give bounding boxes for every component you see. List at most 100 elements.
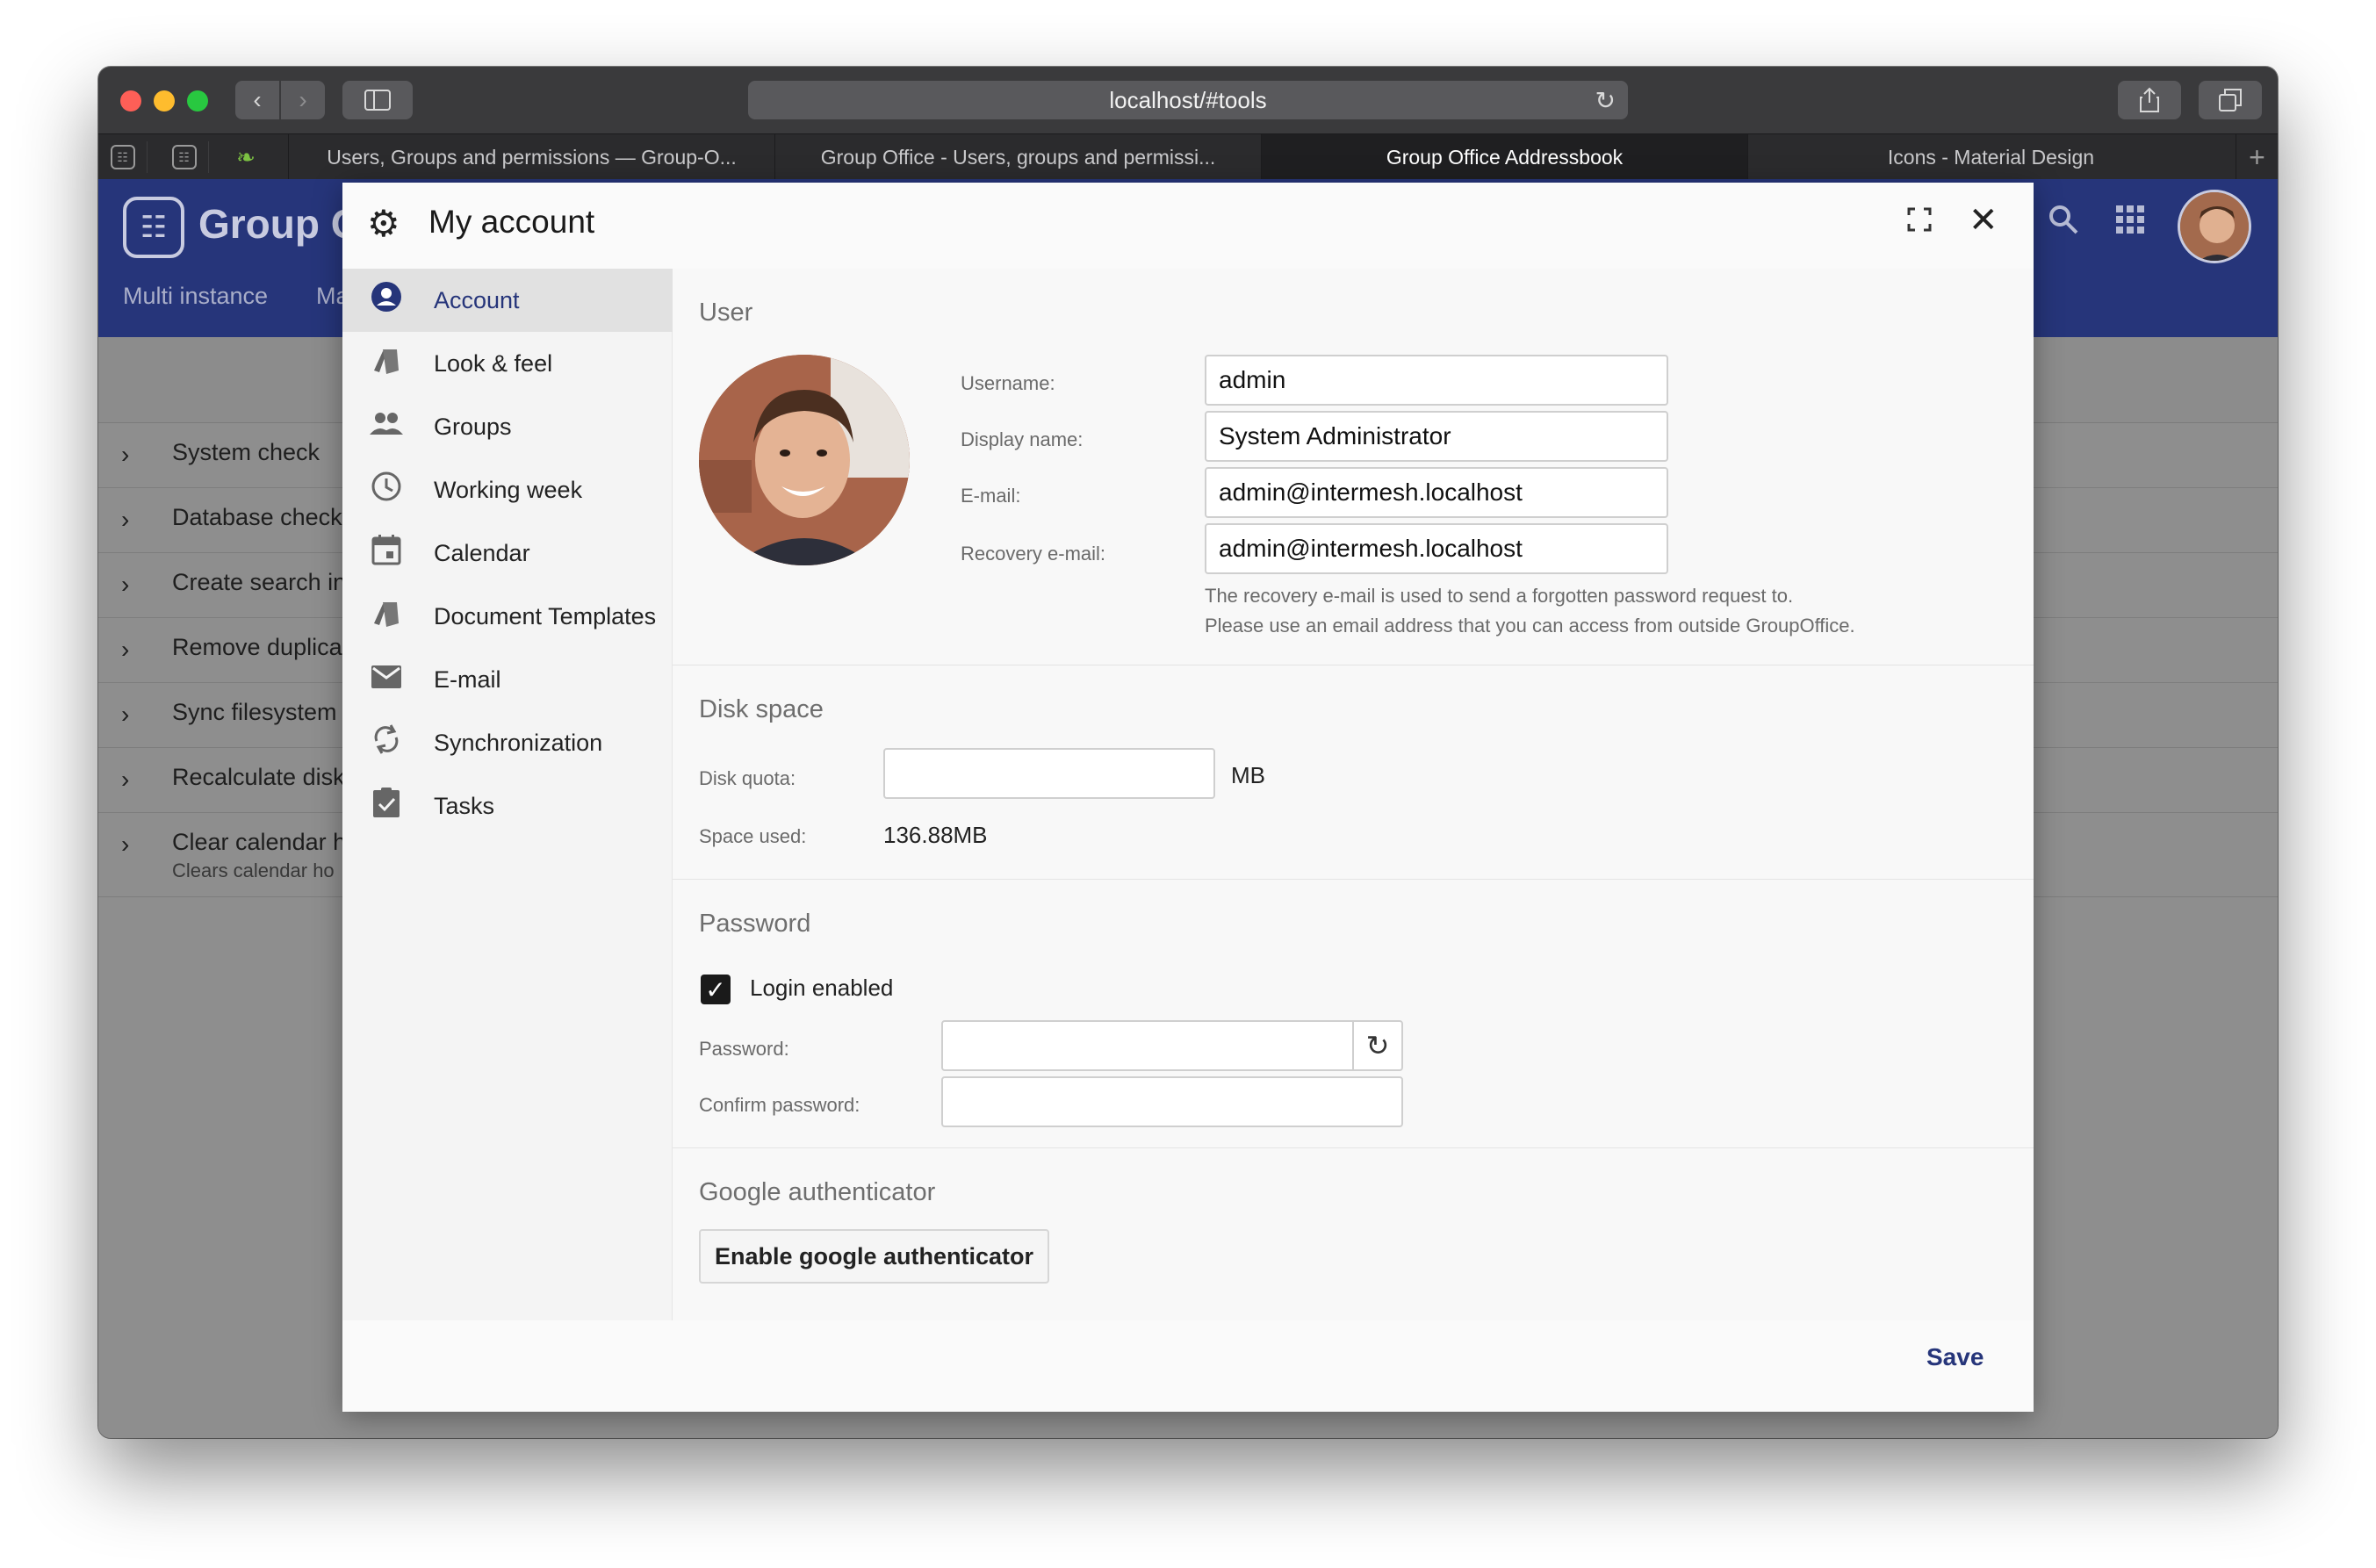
sidebar-item-tasks[interactable]: Tasks	[342, 774, 673, 838]
recovery-email-label: Recovery e-mail:	[961, 543, 1106, 565]
tab-label: Icons - Material Design	[1887, 145, 2095, 169]
section-title: User	[699, 298, 753, 327]
space-used-value: 136.88MB	[883, 822, 988, 848]
clock-icon	[369, 471, 404, 510]
chevron-right-icon: ›	[121, 701, 130, 728]
app-name: Group O	[198, 201, 363, 247]
leaf-icon: ❧	[236, 143, 256, 170]
sidebar-item-account[interactable]: Account	[342, 269, 673, 332]
sidebar-item-label: Groups	[434, 413, 512, 440]
forward-button[interactable]: ›	[281, 81, 325, 119]
username-field[interactable]: admin	[1205, 355, 1668, 406]
profile-avatar[interactable]	[699, 355, 910, 565]
tool-label: Recalculate disk	[172, 764, 345, 790]
disk-quota-field[interactable]	[883, 748, 1215, 799]
style-icon	[369, 597, 404, 637]
pinned-tab[interactable]: ☷	[160, 141, 209, 173]
sidebar-icon	[364, 90, 391, 111]
confirm-password-field[interactable]	[941, 1076, 1403, 1127]
app-tab-multi-instance[interactable]: Multi instance	[123, 283, 268, 310]
url-text: localhost/#tools	[1109, 86, 1267, 113]
enable-google-authenticator-button[interactable]: Enable google authenticator	[699, 1229, 1050, 1284]
zoom-window-button[interactable]	[187, 90, 208, 111]
sidebar-item-synchronization[interactable]: Synchronization	[342, 711, 673, 774]
sidebar-item-document-templates[interactable]: Document Templates	[342, 585, 673, 648]
login-enabled-label: Login enabled	[750, 975, 894, 1001]
save-button[interactable]: Save	[1926, 1343, 1984, 1371]
browser-tab[interactable]: Group Office - Users, groups and permiss…	[774, 134, 1261, 180]
maximize-icon[interactable]	[1907, 205, 1932, 240]
close-window-button[interactable]	[120, 90, 141, 111]
apps-grid-icon[interactable]	[2114, 204, 2146, 244]
chevron-right-icon: ›	[121, 506, 130, 533]
tool-label: Clear calendar h	[172, 829, 347, 855]
space-used-label: Space used:	[699, 825, 807, 847]
password-field[interactable]: ↻	[941, 1020, 1403, 1071]
login-enabled-checkbox[interactable]: ✓	[701, 975, 731, 1004]
email-field[interactable]: admin@intermesh.localhost	[1205, 467, 1668, 518]
sidebar-item-label: Tasks	[434, 792, 495, 819]
sidebar-toggle-button[interactable]	[342, 81, 413, 119]
sidebar-item-look-feel[interactable]: Look & feel	[342, 332, 673, 395]
plus-icon: +	[2249, 140, 2265, 173]
show-tabs-button[interactable]	[2199, 81, 2262, 119]
chevron-right-icon: ›	[299, 86, 307, 113]
user-section: User Username: admin Display name: Syste…	[673, 269, 2034, 665]
browser-tab[interactable]: Users, Groups and permissions — Group-O.…	[288, 134, 774, 180]
tool-label: Remove duplica	[172, 634, 342, 660]
sidebar-item-label: Account	[434, 286, 520, 313]
pinned-tab[interactable]: ☷	[98, 141, 148, 173]
disk-space-section: Disk space Disk quota: MB Space used: 13…	[673, 665, 2034, 880]
task-icon	[369, 787, 404, 826]
gear-icon: ⚙	[367, 203, 400, 244]
sidebar-item-label: Look & feel	[434, 349, 553, 377]
tabs-overview-icon	[2219, 89, 2242, 111]
sidebar-item-label: E-mail	[434, 665, 501, 693]
chevron-right-icon: ›	[121, 441, 130, 468]
new-tab-button[interactable]: +	[2236, 134, 2278, 180]
address-bar[interactable]: localhost/#tools ↻	[748, 81, 1628, 119]
refresh-icon: ↻	[1365, 1030, 1390, 1061]
back-button[interactable]: ‹	[235, 81, 279, 119]
tab-label: Group Office Addressbook	[1386, 145, 1624, 169]
recovery-email-field[interactable]: admin@intermesh.localhost	[1205, 523, 1668, 574]
sync-icon	[369, 723, 404, 763]
dialog-title: My account	[428, 204, 595, 240]
share-icon	[2140, 87, 2159, 112]
chevron-right-icon: ›	[121, 766, 130, 793]
sidebar-item-working-week[interactable]: Working week	[342, 458, 673, 521]
recovery-hint: Please use an email address that you can…	[1205, 615, 1855, 637]
password-label: Password:	[699, 1038, 789, 1060]
browser-tab-active[interactable]: Group Office Addressbook	[1261, 134, 1747, 180]
reload-icon[interactable]: ↻	[1595, 86, 1616, 115]
minimize-window-button[interactable]	[154, 90, 175, 111]
browser-tab[interactable]: Icons - Material Design	[1747, 134, 2234, 180]
app-logo[interactable]: ☷	[123, 197, 184, 258]
group-icon	[369, 410, 404, 444]
tool-label: Database check	[172, 504, 342, 530]
close-icon[interactable]: ✕	[1969, 200, 1998, 241]
dialog-titlebar: ⚙ My account ✕	[342, 183, 2034, 269]
account-circle-icon	[369, 281, 404, 320]
calendar-icon	[369, 534, 404, 573]
display-name-field[interactable]: System Administrator	[1205, 411, 1668, 462]
sidebar-item-label: Working week	[434, 476, 583, 503]
sidebar-item-calendar[interactable]: Calendar	[342, 521, 673, 585]
sidebar-item-label: Calendar	[434, 539, 530, 566]
dialog-content: User Username: admin Display name: Syste…	[673, 269, 2034, 1320]
chevron-right-icon: ›	[121, 831, 130, 858]
generate-password-button[interactable]: ↻	[1352, 1022, 1401, 1069]
grid-icon: ☷	[110, 145, 135, 169]
email-icon	[369, 663, 404, 697]
tool-label: Create search in	[172, 569, 347, 595]
share-button[interactable]	[2118, 81, 2181, 119]
pinned-tab[interactable]: ❧	[221, 141, 270, 173]
sidebar-item-label: Synchronization	[434, 729, 603, 756]
checkmark-icon: ✓	[705, 975, 726, 1003]
sidebar-item-email[interactable]: E-mail	[342, 648, 673, 711]
sidebar-item-groups[interactable]: Groups	[342, 395, 673, 458]
quota-unit: MB	[1231, 762, 1265, 788]
avatar[interactable]	[2178, 190, 2251, 263]
dialog-footer: Save	[342, 1320, 2034, 1412]
search-icon[interactable]	[2048, 204, 2079, 244]
